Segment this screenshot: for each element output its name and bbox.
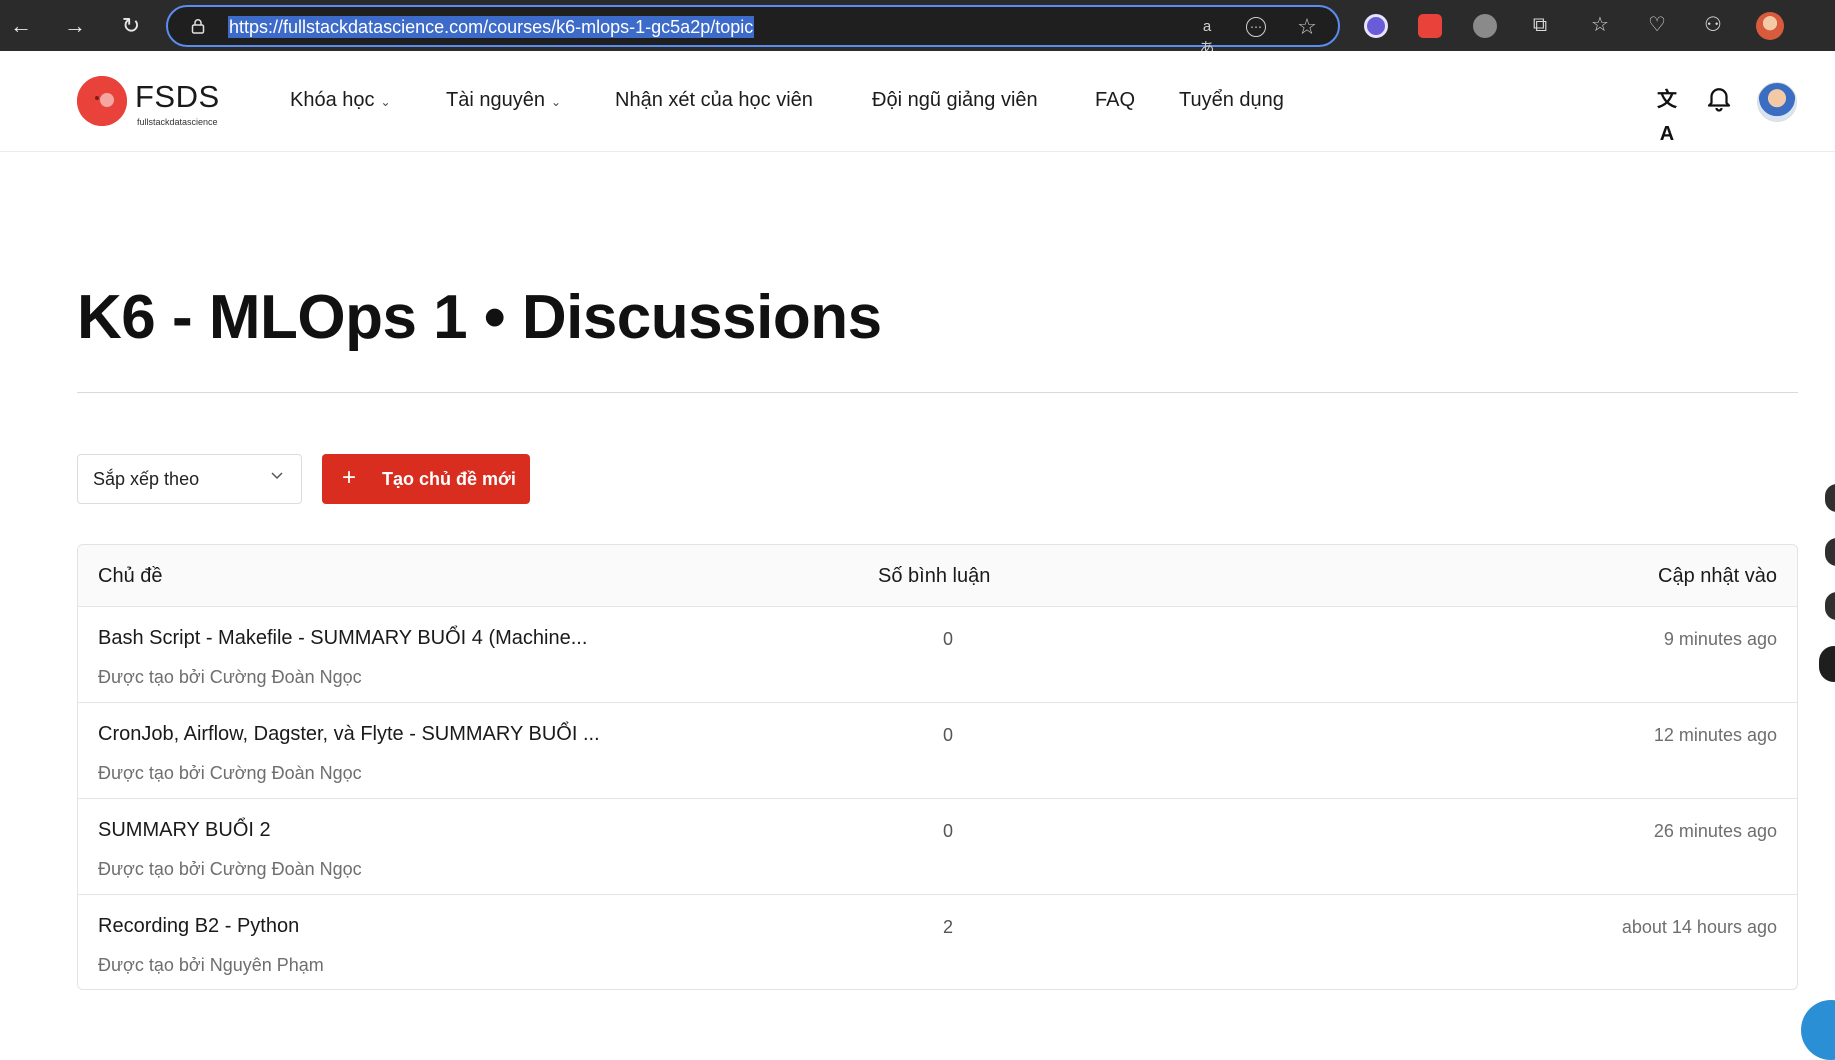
logo-text[interactable]: FSDS: [135, 79, 220, 115]
translate-icon[interactable]: 文A: [1650, 83, 1684, 145]
floating-sidebar-button[interactable]: [1819, 646, 1835, 682]
chevron-down-icon: ⌄: [380, 95, 391, 109]
updated-time: 26 minutes ago: [1653, 821, 1777, 841]
reload-icon[interactable]: ↻: [116, 11, 146, 41]
title-divider: [77, 392, 1798, 393]
comment-count: 0: [942, 629, 953, 649]
floating-sidebar-button[interactable]: [1825, 484, 1835, 512]
floating-sidebar-button[interactable]: [1825, 592, 1835, 620]
topic-author: Được tạo bởi Cường Đoàn Ngọc: [98, 763, 362, 783]
nav-faq[interactable]: FAQ: [1095, 89, 1135, 112]
extension-bot-icon[interactable]: [1364, 14, 1388, 38]
page-title: K6 - MLOps 1 • Discussions: [77, 283, 882, 352]
create-topic-button[interactable]: + Tạo chủ đề mới: [322, 454, 530, 504]
more-options-icon[interactable]: ⋯: [1246, 17, 1266, 37]
chevron-down-icon: [268, 468, 286, 486]
address-bar[interactable]: https://fullstackdatascience.com/courses…: [166, 5, 1340, 57]
browser-health-icon[interactable]: ♡: [1644, 12, 1670, 38]
nav-khoa-hoc-label: Khóa học: [290, 89, 375, 111]
user-avatar[interactable]: [1757, 82, 1797, 122]
nav-tuyen-dung[interactable]: Tuyển dụng: [1179, 89, 1284, 112]
header-comments[interactable]: Số bình luận: [878, 565, 990, 588]
floating-sidebar-button[interactable]: [1825, 538, 1835, 566]
comment-count: 2: [942, 917, 953, 937]
topic-title[interactable]: Bash Script - Makefile - SUMMARY BUỔI 4 …: [98, 627, 587, 650]
nav-tai-nguyen[interactable]: Tài nguyên ⌄: [446, 89, 561, 112]
url-text[interactable]: https://fullstackdatascience.com/courses…: [228, 16, 755, 38]
sort-select[interactable]: Sắp xếp theo: [77, 454, 302, 504]
discussions-table: Chủ đề Số bình luận Cập nhật vào Bash Sc…: [77, 544, 1798, 990]
extension-red-icon[interactable]: [1418, 14, 1442, 38]
extension-gray-icon[interactable]: [1473, 14, 1497, 38]
topic-author: Được tạo bởi Nguyên Phạm: [98, 955, 324, 975]
updated-time: 12 minutes ago: [1653, 725, 1777, 745]
topic-title[interactable]: Recording B2 - Python: [98, 915, 299, 938]
table-header: Chủ đề Số bình luận Cập nhật vào: [78, 545, 1797, 607]
forward-icon[interactable]: →: [60, 11, 90, 41]
plus-icon: +: [342, 464, 357, 491]
chevron-down-icon: ⌄: [550, 95, 562, 109]
nav-khoa-hoc[interactable]: Khóa học ⌄: [290, 89, 391, 112]
read-aloud-icon[interactable]: aあ: [1196, 16, 1218, 57]
browser-toolbar: ← → ↻ https://fullstackdatascience.com/c…: [0, 0, 1835, 57]
topic-title[interactable]: SUMMARY BUỔI 2: [98, 819, 271, 842]
chat-widget-button[interactable]: [1801, 1000, 1835, 1060]
comment-count: 0: [942, 725, 953, 745]
site-header: FSDS fullstackdatascience Khóa học ⌄ Tài …: [0, 51, 1835, 152]
updated-time: about 14 hours ago: [1621, 917, 1777, 937]
logo-icon[interactable]: [77, 76, 127, 126]
bell-icon[interactable]: [1702, 83, 1736, 117]
header-topic[interactable]: Chủ đề: [98, 565, 163, 588]
comment-count: 0: [942, 821, 953, 841]
back-icon[interactable]: ←: [6, 11, 36, 41]
sort-select-label: Sắp xếp theo: [93, 469, 200, 489]
topic-title[interactable]: CronJob, Airflow, Dagster, và Flyte - SU…: [98, 723, 600, 746]
logo-subtitle: fullstackdatascience: [137, 117, 218, 127]
topic-author: Được tạo bởi Cường Đoàn Ngọc: [98, 667, 362, 687]
nav-nhan-xet[interactable]: Nhận xét của học viên: [615, 89, 813, 112]
collections-icon[interactable]: ☆: [1587, 12, 1613, 38]
updated-time: 9 minutes ago: [1663, 629, 1777, 649]
header-updated[interactable]: Cập nhật vào: [1658, 565, 1777, 588]
table-row[interactable]: SUMMARY BUỔI 2 Được tạo bởi Cường Đoàn N…: [78, 799, 1797, 895]
create-topic-label: Tạo chủ đề mới: [382, 469, 516, 489]
table-row[interactable]: CronJob, Airflow, Dagster, và Flyte - SU…: [78, 703, 1797, 799]
table-row[interactable]: Recording B2 - Python Được tạo bởi Nguyê…: [78, 895, 1797, 989]
table-row[interactable]: Bash Script - Makefile - SUMMARY BUỔI 4 …: [78, 607, 1797, 703]
extensions-icon[interactable]: ⧉: [1527, 12, 1553, 38]
favorite-icon[interactable]: ☆: [1296, 16, 1318, 38]
share-icon[interactable]: ⚇: [1700, 12, 1726, 38]
nav-doi-ngu[interactable]: Đội ngũ giảng viên: [872, 89, 1038, 112]
nav-tai-nguyen-label: Tài nguyên: [446, 89, 545, 111]
topic-author: Được tạo bởi Cường Đoàn Ngọc: [98, 859, 362, 879]
profile-avatar-icon[interactable]: [1756, 12, 1784, 40]
lock-icon[interactable]: [190, 18, 206, 34]
